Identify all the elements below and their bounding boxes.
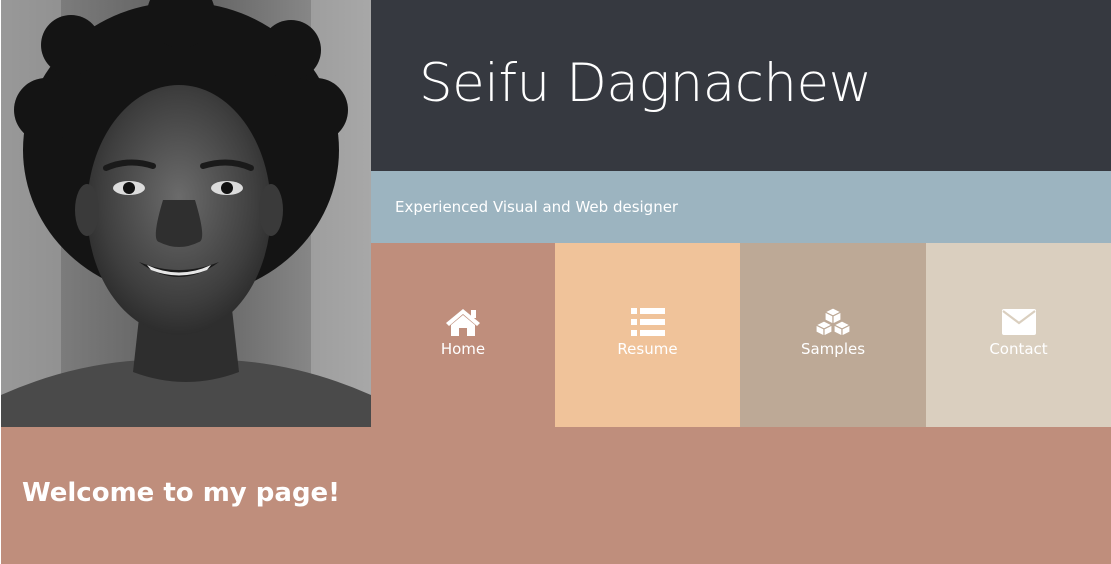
page: Seifu Dagnachew Experienced Visual and W… <box>0 0 1111 564</box>
site-header: Seifu Dagnachew <box>371 0 1111 171</box>
nav-tile-contact[interactable]: Contact <box>926 243 1111 427</box>
welcome-heading: Welcome to my page! <box>22 478 341 508</box>
tagline-bar: Experienced Visual and Web designer <box>371 171 1111 243</box>
list-icon <box>628 306 668 338</box>
profile-photo <box>1 0 371 427</box>
nav-tile-resume[interactable]: Resume <box>555 243 740 427</box>
nav-label-resume: Resume <box>617 340 678 358</box>
nav-tile-samples[interactable]: Samples <box>740 243 926 427</box>
nav-label-home: Home <box>440 340 486 358</box>
envelope-icon <box>999 306 1039 338</box>
nav-label-samples: Samples <box>800 340 866 358</box>
site-title: Seifu Dagnachew <box>419 53 872 114</box>
nav-label-contact: Contact <box>989 340 1048 358</box>
nav-tile-home[interactable]: Home <box>371 243 555 427</box>
home-icon <box>443 306 483 338</box>
main-nav: Home Resume Samples Contact <box>371 243 1111 427</box>
cubes-icon <box>813 306 853 338</box>
tagline-text: Experienced Visual and Web designer <box>395 198 679 216</box>
welcome-section: Welcome to my page! <box>1 427 1111 564</box>
